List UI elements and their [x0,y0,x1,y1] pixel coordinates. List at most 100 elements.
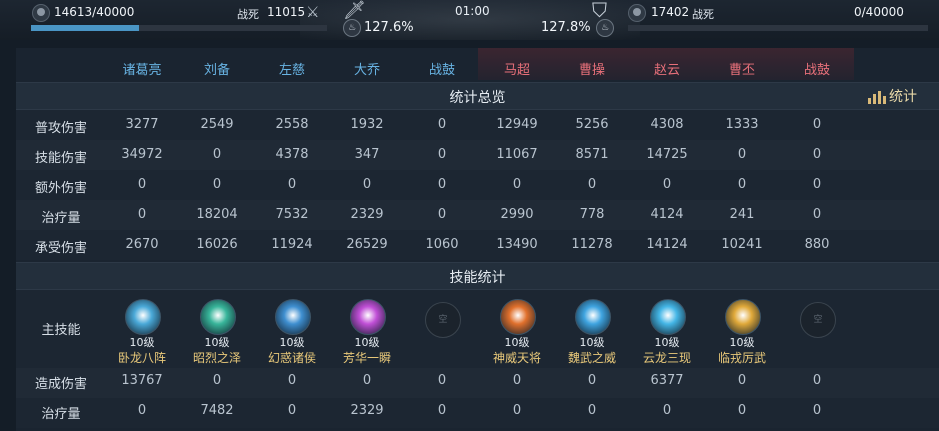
overview-cell: 18204 [196,207,238,222]
overview-cell: 0 [437,147,447,162]
overview-cell: 0 [812,147,822,162]
sword-emblem-icon: 🗡 [343,0,366,21]
statistics-button[interactable]: 统计 [868,86,917,106]
skill-stat-cell: 0 [137,403,147,418]
overview-cell: 1060 [425,237,459,252]
skills-title: 技能统计 [449,270,506,286]
right-team-progress-bar [628,25,928,31]
overview-cell: 0 [737,147,747,162]
troops-icon-left [32,4,50,22]
skill-icon[interactable] [200,299,236,335]
overview-cell: 4308 [650,117,684,132]
skill-icon[interactable] [125,299,161,335]
skill-stat-cell: 0 [512,403,522,418]
left-death-count: 11015 [267,5,306,19]
overview-cell: 0 [137,207,147,222]
overview-cell: 7532 [275,207,309,222]
left-team-progress-bar [31,25,327,31]
skill-name: 魏武之威 [567,351,616,365]
skill-stat-label: 造成伤害 [34,377,87,392]
right-team-total: 0/40000 [854,5,904,19]
overview-cell: 347 [354,147,380,162]
overview-section-header: 统计总览 [16,82,939,110]
overview-row-label: 承受伤害 [34,241,87,256]
overview-cell: 11924 [271,237,313,252]
skill-icon[interactable] [275,299,311,335]
skill-level: 10级 [279,336,305,349]
statistics-button-label: 统计 [889,89,917,105]
bar-chart-icon [868,90,886,104]
skill-stat-cell: 0 [812,373,822,388]
overview-cell: 1932 [350,117,384,132]
overview-cell: 4378 [275,147,309,162]
empty-skill-slot-icon[interactable]: 空 [425,302,461,338]
overview-cell: 0 [512,177,522,192]
skill-stat-cell: 13767 [121,373,163,388]
overview-row-label: 普攻伤害 [34,121,87,136]
skill-stat-cell: 2329 [350,403,384,418]
skill-stat-cell: 0 [362,373,372,388]
overview-cell: 1333 [725,117,759,132]
skill-icon[interactable] [650,299,686,335]
hero-name-3: 左慈 [278,63,305,78]
overview-cell: 2329 [350,207,384,222]
troops-icon-right [628,4,646,22]
overview-cell: 0 [287,177,297,192]
left-team-score: 14613/40000 [54,5,135,19]
hero-name-4: 大乔 [353,63,380,78]
skill-stat-cell: 0 [287,373,297,388]
skill-level: 10级 [129,336,155,349]
skill-stat-cell: 6377 [650,373,684,388]
skill-name: 临戎厉武 [717,351,766,365]
skill-stat-cell: 0 [287,403,297,418]
overview-cell: 0 [437,207,447,222]
overview-title: 统计总览 [449,90,506,106]
hero-name-7: 曹操 [578,63,605,78]
hero-name-8: 赵云 [653,63,680,78]
overview-cell: 2990 [500,207,534,222]
overview-cell: 241 [729,207,755,222]
skill-stat-cell: 0 [662,403,672,418]
overview-cell: 2549 [200,117,234,132]
overview-cell: 0 [737,177,747,192]
main-skill-label: 主技能 [41,323,81,338]
skill-name: 神威天将 [492,351,541,365]
overview-cell: 0 [212,177,222,192]
skill-icon[interactable] [350,299,386,335]
left-bar-fill [31,25,140,31]
overview-cell: 14725 [646,147,688,162]
crossed-swords-icon: ⚔ [306,3,320,21]
overview-cell: 10241 [721,237,763,252]
skills-section-header: 技能统计 [16,262,939,290]
overview-cell: 5256 [575,117,609,132]
empty-skill-slot-icon[interactable]: 空 [800,302,836,338]
left-death-label: 战死 [237,8,259,21]
battle-timer: 01:00 [455,4,490,18]
skill-name: 幻惑诸侯 [267,351,316,365]
skill-stat-cell: 0 [437,403,447,418]
overview-cell: 778 [579,207,605,222]
overview-cell: 11067 [496,147,538,162]
overview-cell: 2558 [275,117,309,132]
overview-cell: 12949 [496,117,538,132]
hero-name-9: 曹丕 [728,63,755,78]
overview-cell: 8571 [575,147,609,162]
overview-cell: 0 [812,207,822,222]
flame-icon-left: ♨ [343,19,361,37]
skill-stat-cell: 0 [737,373,747,388]
skill-level: 10级 [579,336,605,349]
skill-stat-cell: 0 [737,403,747,418]
skill-icon[interactable] [500,299,536,335]
skill-stat-cell: 7482 [200,403,234,418]
hero-name-10: 战鼓 [803,63,830,78]
skill-icon[interactable] [575,299,611,335]
skill-stat-cell: 0 [512,373,522,388]
overview-cell: 0 [812,117,822,132]
skill-icon[interactable] [725,299,761,335]
skill-level: 10级 [504,336,530,349]
overview-cell: 3277 [125,117,159,132]
overview-cell: 13490 [496,237,538,252]
hero-name-5: 战鼓 [428,63,455,78]
hero-name-1: 诸葛亮 [122,63,162,78]
overview-cell: 0 [137,177,147,192]
